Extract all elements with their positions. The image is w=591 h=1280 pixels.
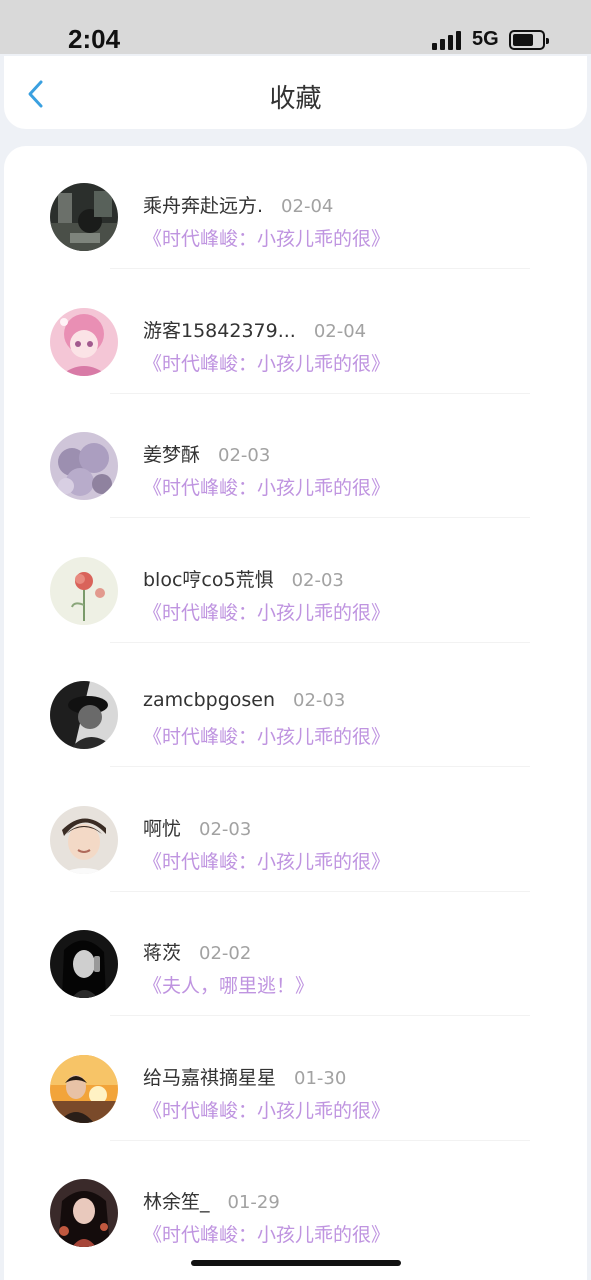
- user-name: 姜梦酥: [143, 444, 201, 466]
- item-header: bloc哼co5荒惧 02-03: [143, 565, 344, 591]
- item-date: 02-04: [313, 321, 367, 342]
- avatar[interactable]: [50, 1179, 118, 1247]
- avatar[interactable]: [50, 183, 118, 251]
- user-name: 游客15842379...: [143, 320, 296, 342]
- book-title-link[interactable]: 《时代峰峻：小孩儿乖的很》: [143, 1096, 390, 1123]
- favorites-list: 乘舟奔赴远方. 02-04 《时代峰峻：小孩儿乖的很》 游客15842379..…: [4, 146, 587, 1280]
- divider: [110, 766, 530, 767]
- list-item[interactable]: 乘舟奔赴远方. 02-04 《时代峰峻：小孩儿乖的很》: [50, 146, 530, 270]
- avatar[interactable]: [50, 432, 118, 500]
- home-indicator: [191, 1260, 401, 1266]
- signal-icon: [432, 30, 464, 50]
- item-header: 游客15842379... 02-04: [143, 316, 366, 342]
- item-header: zamcbpgosen 02-03: [143, 689, 345, 715]
- status-bar: 2:04 5G: [0, 0, 591, 54]
- avatar[interactable]: [50, 681, 118, 749]
- user-name: 林余笙_: [143, 1191, 210, 1213]
- list-item[interactable]: 给马嘉祺摘星星 01-30 《时代峰峻：小孩儿乖的很》: [50, 1018, 530, 1142]
- divider: [110, 393, 530, 394]
- item-header: 乘舟奔赴远方. 02-04: [143, 191, 333, 217]
- item-date: 02-03: [293, 690, 346, 711]
- divider: [110, 268, 530, 269]
- item-header: 给马嘉祺摘星星 01-30: [143, 1063, 346, 1089]
- book-title-link[interactable]: 《时代峰峻：小孩儿乖的很》: [143, 598, 390, 625]
- list-item[interactable]: 林余笙_ 01-29 《时代峰峻：小孩儿乖的很》: [50, 1142, 530, 1266]
- book-title-link[interactable]: 《时代峰峻：小孩儿乖的很》: [143, 473, 390, 500]
- list-item[interactable]: bloc哼co5荒惧 02-03 《时代峰峻：小孩儿乖的很》: [50, 520, 530, 644]
- divider: [110, 1015, 530, 1016]
- list-item[interactable]: 啊忧 02-03 《时代峰峻：小孩儿乖的很》: [50, 769, 530, 893]
- item-header: 林余笙_ 01-29: [143, 1187, 280, 1213]
- battery-fill: [513, 34, 533, 46]
- divider: [110, 517, 530, 518]
- avatar[interactable]: [50, 308, 118, 376]
- user-name: 啊忧: [143, 818, 182, 840]
- user-name: bloc哼co5荒惧: [143, 569, 274, 591]
- divider: [110, 1140, 530, 1141]
- divider: [110, 642, 530, 643]
- book-title-link[interactable]: 《时代峰峻：小孩儿乖的很》: [143, 847, 390, 874]
- avatar[interactable]: [50, 557, 118, 625]
- list-item[interactable]: 游客15842379... 02-04 《时代峰峻：小孩儿乖的很》: [50, 271, 530, 395]
- user-name: 给马嘉祺摘星星: [143, 1067, 277, 1089]
- avatar[interactable]: [50, 930, 118, 998]
- divider: [110, 891, 530, 892]
- item-date: 01-30: [294, 1068, 347, 1089]
- user-name: 蒋茨: [143, 942, 182, 964]
- nav-bar: 收藏: [4, 56, 587, 129]
- list-item[interactable]: zamcbpgosen 02-03 《时代峰峻：小孩儿乖的很》: [50, 644, 530, 768]
- item-date: 02-03: [218, 445, 271, 466]
- avatar[interactable]: [50, 1055, 118, 1123]
- network-label: 5G: [472, 28, 499, 50]
- list-item[interactable]: 蒋茨 02-02 《夫人，哪里逃！》: [50, 893, 530, 1017]
- item-date: 02-02: [199, 943, 252, 964]
- list-item[interactable]: 姜梦酥 02-03 《时代峰峻：小孩儿乖的很》: [50, 395, 530, 519]
- book-title-link[interactable]: 《时代峰峻：小孩儿乖的很》: [143, 224, 390, 251]
- item-date: 01-29: [227, 1192, 280, 1213]
- item-date: 02-04: [281, 196, 334, 217]
- item-header: 姜梦酥 02-03: [143, 440, 270, 466]
- user-name: zamcbpgosen: [143, 689, 276, 711]
- book-title-link[interactable]: 《时代峰峻：小孩儿乖的很》: [143, 349, 390, 376]
- item-date: 02-03: [291, 570, 344, 591]
- user-name: 乘舟奔赴远方.: [143, 195, 264, 217]
- avatar[interactable]: [50, 806, 118, 874]
- item-header: 啊忧 02-03: [143, 814, 251, 840]
- item-header: 蒋茨 02-02: [143, 938, 251, 964]
- page-title: 收藏: [269, 84, 322, 114]
- battery-icon: [509, 30, 549, 50]
- item-date: 02-03: [199, 819, 252, 840]
- status-time: 2:04: [68, 24, 121, 54]
- book-title-link[interactable]: 《时代峰峻：小孩儿乖的很》: [143, 1220, 390, 1247]
- book-title-link[interactable]: 《时代峰峻：小孩儿乖的很》: [143, 722, 390, 749]
- book-title-link[interactable]: 《夫人，哪里逃！》: [143, 971, 314, 998]
